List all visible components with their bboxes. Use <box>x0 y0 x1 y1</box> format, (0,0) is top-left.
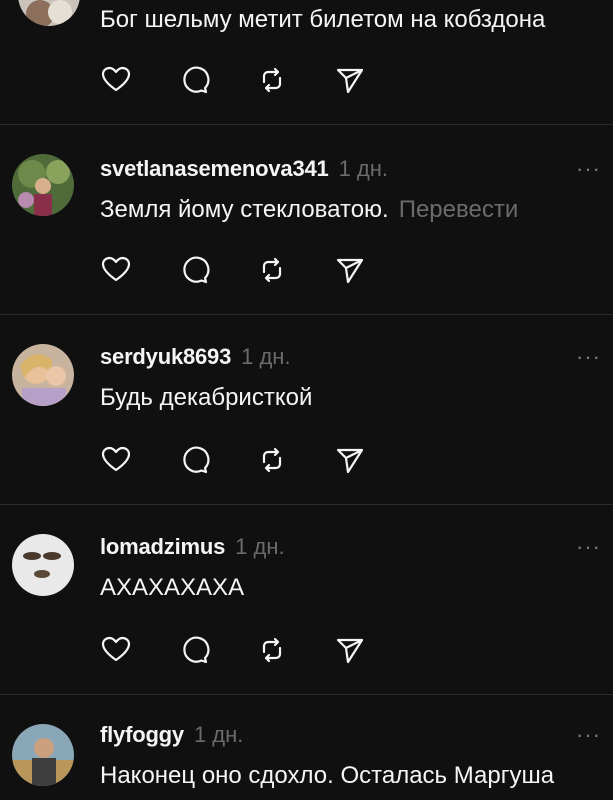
username[interactable]: flyfoggy <box>100 722 184 747</box>
comment-icon[interactable] <box>178 444 210 476</box>
avatar[interactable] <box>12 154 74 216</box>
post-text: Бог шельму метит билетом на кобздона <box>100 6 546 33</box>
post-text: Земля йому стекловатою. <box>100 196 389 223</box>
username[interactable]: serdyuk8693 <box>100 344 231 369</box>
timestamp: 1 дн. <box>241 344 291 369</box>
send-icon[interactable] <box>334 444 366 476</box>
timestamp: 1 дн. <box>338 156 389 181</box>
post-item: serdyuk8693 1 дн. ··· Будь декабристкой <box>0 314 613 505</box>
heart-icon[interactable] <box>100 444 132 476</box>
post-item: flyfoggy 1 дн. ··· Наконец оно сдохло. Ос… <box>0 694 613 800</box>
send-icon[interactable] <box>334 64 366 96</box>
post-text-row: Земля йому стекловатою. Перевести <box>100 196 518 224</box>
comment-icon[interactable] <box>178 634 210 666</box>
comment-icon[interactable] <box>178 254 210 286</box>
more-icon[interactable]: ··· <box>576 536 601 558</box>
post-text: Будь декабристкой <box>100 384 313 411</box>
repost-icon[interactable] <box>256 254 288 286</box>
send-icon[interactable] <box>334 254 366 286</box>
repost-icon[interactable] <box>256 444 288 476</box>
post-text: Наконец оно сдохло. Осталась Маргуша <box>100 762 555 789</box>
heart-icon[interactable] <box>100 64 132 96</box>
username[interactable]: lomadzimus <box>100 534 225 559</box>
post-header: flyfoggy 1 дн. <box>100 722 243 748</box>
avatar[interactable] <box>12 534 74 596</box>
heart-icon[interactable] <box>100 254 132 286</box>
username[interactable]: svetlanasemenova341 <box>100 156 329 181</box>
heart-icon[interactable] <box>100 634 132 666</box>
timestamp: 1 дн. <box>235 534 285 559</box>
more-icon[interactable]: ··· <box>576 724 601 746</box>
comment-icon[interactable] <box>178 64 210 96</box>
post-header: lomadzimus 1 дн. <box>100 534 285 560</box>
post-item: svetlanasemenova341 1 дн. ··· Земля йому … <box>0 124 613 315</box>
send-icon[interactable] <box>334 634 366 666</box>
translate-link[interactable]: Перевести <box>399 196 519 223</box>
avatar[interactable] <box>12 724 74 786</box>
post-header: svetlanasemenova341 1 дн. <box>100 156 388 182</box>
more-icon[interactable]: ··· <box>576 158 601 180</box>
post-item: lomadzimus 1 дн. ··· АХАХАХАХА <box>0 504 613 695</box>
repost-icon[interactable] <box>256 64 288 96</box>
more-icon[interactable]: ··· <box>576 346 601 368</box>
avatar[interactable] <box>18 0 80 26</box>
timestamp: 1 дн. <box>193 722 244 747</box>
post-text: АХАХАХАХА <box>100 574 245 601</box>
avatar[interactable] <box>12 344 74 406</box>
post-item: Бог шельму метит билетом на кобздона <box>0 0 613 125</box>
post-header: serdyuk8693 1 дн. <box>100 344 291 370</box>
repost-icon[interactable] <box>256 634 288 666</box>
